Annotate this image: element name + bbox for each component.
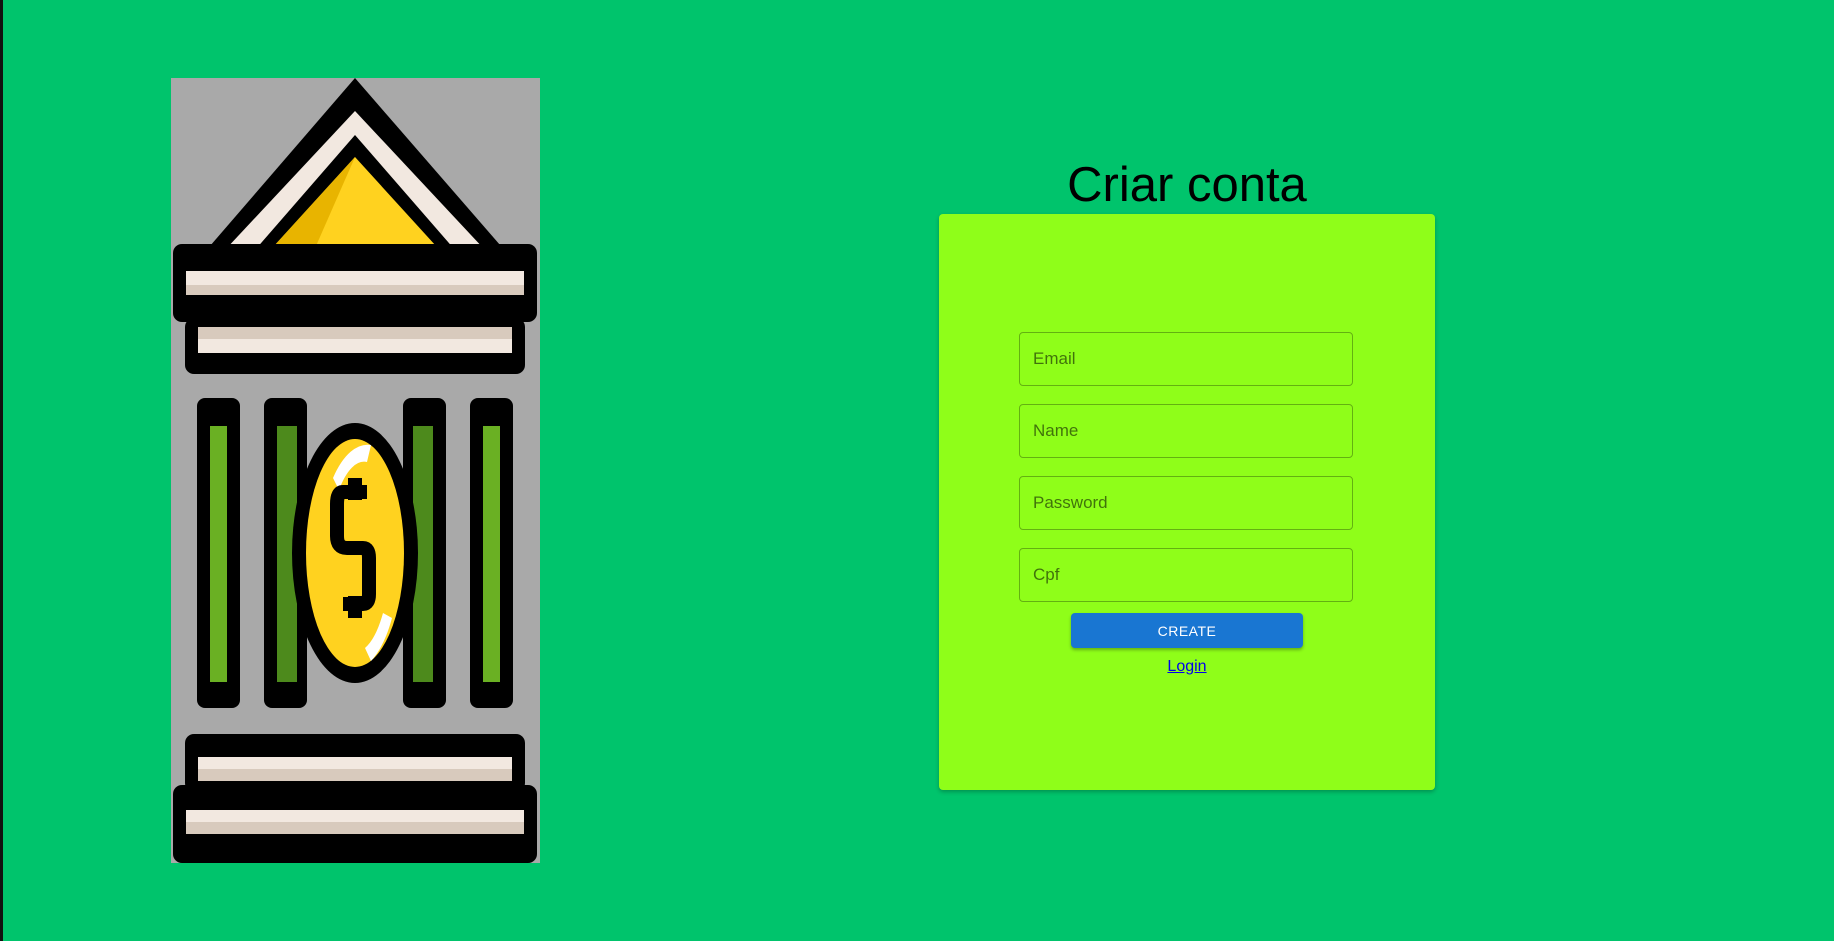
password-field[interactable] [1019, 476, 1353, 530]
name-field[interactable] [1019, 404, 1353, 458]
signup-card: CREATE Login [939, 214, 1435, 790]
window-edge [0, 0, 3, 941]
email-field[interactable] [1019, 332, 1353, 386]
bank-dollar-icon [171, 78, 540, 863]
cpf-field[interactable] [1019, 548, 1353, 602]
login-link[interactable]: Login [939, 658, 1435, 676]
page-title: Criar conta [1067, 158, 1307, 212]
create-button[interactable]: CREATE [1071, 613, 1303, 648]
